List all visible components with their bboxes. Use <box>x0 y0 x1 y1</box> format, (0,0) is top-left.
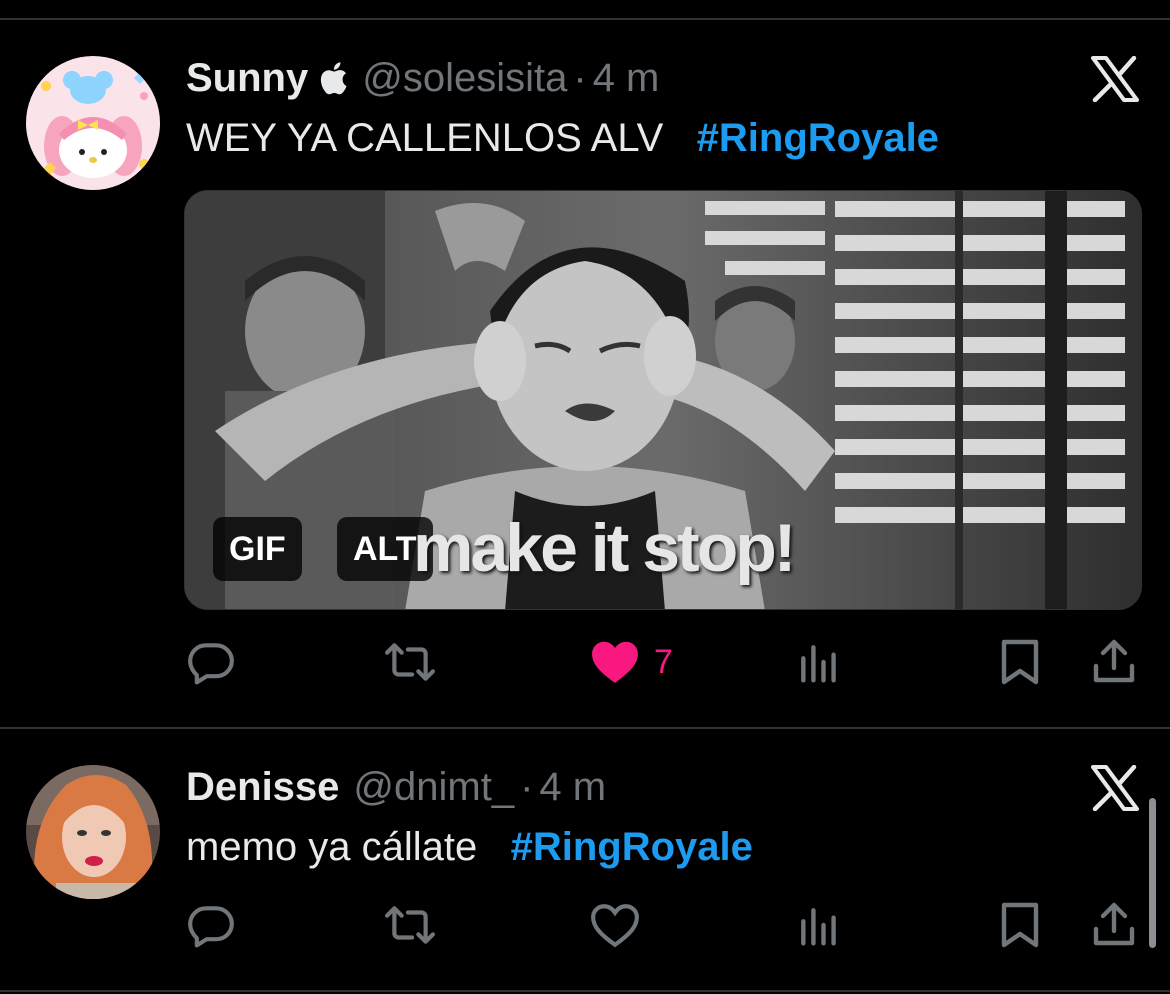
avatar-sunny[interactable] <box>26 56 160 190</box>
views-button[interactable] <box>796 895 840 955</box>
tweet-body: memo ya cállate <box>186 825 478 869</box>
like-button[interactable]: 7 <box>590 632 673 692</box>
tweet-text: memo ya cállate #RingRoyale <box>186 823 753 871</box>
tweet-actions <box>0 895 1170 955</box>
handle[interactable]: @dnimt_ <box>353 763 514 811</box>
gif-badge: GIF <box>213 517 302 581</box>
reply-icon <box>188 643 234 685</box>
like-icon <box>592 641 638 683</box>
x-logo-icon[interactable] <box>1090 764 1140 812</box>
hashtag-link[interactable]: #RingRoyale <box>511 825 753 869</box>
separator: · <box>573 56 587 100</box>
x-logo-icon[interactable] <box>1090 55 1140 103</box>
like-button[interactable] <box>590 895 640 955</box>
tweet-header: Sunny @solesisita · 4 m <box>186 54 659 102</box>
reply-icon <box>188 906 234 948</box>
views-button[interactable] <box>796 632 840 692</box>
gif-caption: make it stop! <box>413 510 796 586</box>
display-name[interactable]: Denisse <box>186 763 339 811</box>
bookmark-icon <box>1001 639 1039 685</box>
timestamp[interactable]: 4 m <box>593 54 660 102</box>
reply-button[interactable] <box>186 632 236 692</box>
share-button[interactable] <box>1090 632 1138 692</box>
display-name[interactable]: Sunny <box>186 54 308 102</box>
bottom-divider <box>0 990 1170 992</box>
views-icon <box>801 645 836 683</box>
timestamp[interactable]: 4 m <box>539 763 606 811</box>
separator: · <box>520 765 534 809</box>
tweet-actions: 7 <box>0 632 1170 692</box>
handle[interactable]: @solesisita <box>362 54 567 102</box>
avatar-denisse[interactable] <box>26 765 160 899</box>
retweet-icon <box>385 643 435 681</box>
share-icon <box>1093 639 1135 683</box>
reply-button[interactable] <box>186 895 236 955</box>
gif-media[interactable]: GIF ALT make it stop! <box>184 190 1142 610</box>
retweet-icon <box>385 906 435 944</box>
tweet-text: WEY YA CALLENLOS ALV #RingRoyale <box>186 114 939 162</box>
bookmark-button[interactable] <box>998 632 1042 692</box>
apple-icon <box>318 58 348 95</box>
tweet-2[interactable]: Denisse @dnimt_ · 4 m memo ya cállate #R… <box>0 729 1170 994</box>
bookmark-button[interactable] <box>998 895 1042 955</box>
bookmark-icon <box>1001 902 1039 948</box>
tweet-1[interactable]: Sunny @solesisita · 4 m WEY YA CALLENLOS… <box>0 0 1170 725</box>
like-icon <box>591 904 639 948</box>
hashtag-link[interactable]: #RingRoyale <box>697 116 939 160</box>
share-button[interactable] <box>1090 895 1138 955</box>
retweet-button[interactable] <box>384 895 436 955</box>
like-count: 7 <box>654 642 673 681</box>
views-icon <box>801 908 836 946</box>
retweet-button[interactable] <box>384 632 436 692</box>
tweet-header: Denisse @dnimt_ · 4 m <box>186 763 606 811</box>
tweet-body: WEY YA CALLENLOS ALV <box>186 116 664 160</box>
share-icon <box>1093 902 1135 946</box>
scrollbar[interactable] <box>1149 798 1156 948</box>
